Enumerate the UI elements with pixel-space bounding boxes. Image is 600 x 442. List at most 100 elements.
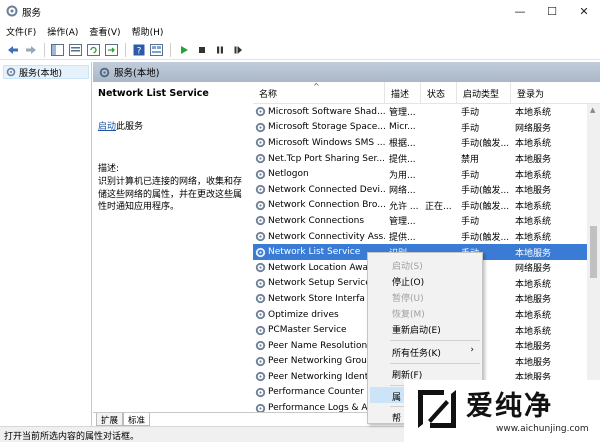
ctx-all-tasks[interactable]: 所有任务(K) xyxy=(392,346,441,359)
tree-item-label: 服务(本地) xyxy=(19,68,63,79)
cell-logon-as: 本地系统 xyxy=(515,233,552,244)
forward-icon[interactable] xyxy=(22,42,39,58)
cell-description: 根据... xyxy=(389,139,416,150)
cell-logon-as: 本地系统 xyxy=(515,279,552,290)
gear-icon xyxy=(99,67,110,77)
vertical-scrollbar[interactable]: ▲ ▼ xyxy=(587,104,600,412)
refresh-icon[interactable] xyxy=(85,42,102,58)
ctx-resume[interactable]: 恢复(M) xyxy=(392,307,425,320)
watermark-text: 爱纯净 xyxy=(466,391,553,422)
cell-description: 提供... xyxy=(389,155,416,166)
service-name: Performance Logs & Al xyxy=(268,403,371,412)
export-icon[interactable] xyxy=(103,42,120,58)
cell-startup-type: 手动 xyxy=(461,123,480,134)
cell-name: Peer Name Resolution xyxy=(253,340,385,351)
ctx-pause[interactable]: 暂停(U) xyxy=(392,291,424,304)
scrollbar-thumb[interactable] xyxy=(590,226,597,278)
service-gear-icon xyxy=(255,341,266,351)
service-name: Network Location Awa xyxy=(268,262,369,273)
service-gear-icon xyxy=(255,153,266,164)
scroll-up-icon[interactable]: ▲ xyxy=(590,106,595,114)
ctx-properties[interactable]: 属 xyxy=(392,390,401,403)
table-row[interactable]: Network Connectivity Ass... 提供... 手动(触发...… xyxy=(253,229,600,245)
table-row[interactable]: Microsoft Software Shad... 管理... 手动 本地系统 xyxy=(253,104,600,120)
service-name: Network Connection Bro... xyxy=(268,200,385,211)
description-text: 识别计算机已连接的网络，收集和存储这些网络的属性，并在更改这些属性时通知应用程序… xyxy=(98,177,243,212)
table-row[interactable]: Network Connected Devi... 网络... 手动(触发... 本地… xyxy=(253,182,600,198)
column-header-name[interactable]: 名称 ^ xyxy=(253,82,385,104)
cell-startup-type: 手动(触发... xyxy=(461,201,510,212)
cell-name: Microsoft Storage Space... xyxy=(253,122,385,133)
cell-description: 管理... xyxy=(389,108,416,119)
tab-standard[interactable]: 标准 xyxy=(123,413,151,426)
help-icon[interactable]: ? xyxy=(130,42,147,58)
cell-description: 管理... xyxy=(389,217,416,228)
service-gear-icon xyxy=(255,309,266,320)
cell-name: Optimize drives xyxy=(253,309,385,320)
play-icon[interactable] xyxy=(175,42,192,58)
cell-logon-as: 本地系统 xyxy=(515,326,552,337)
cell-logon-as: 本地服务 xyxy=(515,357,552,368)
cell-name: Microsoft Software Shad... xyxy=(253,106,385,117)
ctx-restart[interactable]: 重新启动(E) xyxy=(392,323,441,336)
back-icon[interactable] xyxy=(4,42,21,58)
service-gear-icon xyxy=(255,216,266,226)
stop-icon[interactable] xyxy=(193,42,210,58)
service-gear-icon xyxy=(255,185,266,195)
show-tree-icon[interactable] xyxy=(49,42,66,58)
service-name: Microsoft Software Shad... xyxy=(268,106,385,117)
tab-extended[interactable]: 扩展 xyxy=(96,413,124,426)
service-name: Netlogon xyxy=(268,169,309,180)
service-name: Peer Name Resolution xyxy=(268,340,368,351)
cell-name: Network Connectivity Ass... xyxy=(253,231,385,242)
service-gear-icon xyxy=(255,372,266,382)
cell-description: 提供... xyxy=(389,233,416,244)
table-row[interactable]: Network Connections 管理... 手动 本地系统 xyxy=(253,213,600,229)
menu-file[interactable]: 文件(F) xyxy=(6,25,36,38)
ctx-help[interactable]: 帮 xyxy=(392,411,401,424)
service-name: Performance Counter I xyxy=(268,387,370,398)
console-icon[interactable] xyxy=(67,42,84,58)
tree-item-services-local[interactable]: 服务(本地) xyxy=(3,65,89,79)
watermark: 爱纯净 www.aichunjing.com xyxy=(404,380,600,442)
properties-icon[interactable] xyxy=(148,42,165,58)
minimize-button[interactable]: — xyxy=(504,0,536,22)
table-row[interactable]: Microsoft Storage Space... Micr... 手动 网络服务 xyxy=(253,120,600,136)
maximize-button[interactable]: ☐ xyxy=(536,0,568,22)
description-label: 描述: xyxy=(98,164,120,174)
start-service-link[interactable]: 启动 xyxy=(98,122,116,132)
gear-icon xyxy=(6,67,16,77)
cell-description: 允许 ... xyxy=(389,201,419,212)
cell-startup-type: 手动 xyxy=(461,170,480,181)
description-panel: Network List Service 启动此服务 描述: 识别计算机已连接的… xyxy=(93,82,243,412)
column-header-description[interactable]: 描述 xyxy=(385,82,421,104)
service-name: Network Connectivity Ass... xyxy=(268,231,385,242)
column-header-status[interactable]: 状态 xyxy=(421,82,457,104)
table-row[interactable]: Net.Tcp Port Sharing Ser... 提供... 禁用 本地服务 xyxy=(253,151,600,167)
cell-name: Performance Counter I xyxy=(253,387,385,398)
cell-logon-as: 本地系统 xyxy=(515,139,552,150)
column-header-logon-as[interactable]: 登录为 xyxy=(511,82,587,104)
menu-action[interactable]: 操作(A) xyxy=(47,25,78,38)
pause-icon[interactable] xyxy=(211,42,228,58)
service-gear-icon xyxy=(255,169,266,179)
service-name: Peer Networking Ident xyxy=(268,371,369,382)
table-row[interactable]: Network Connection Bro... 允许 ... 正在... 手动(触… xyxy=(253,198,600,214)
close-button[interactable]: ✕ xyxy=(568,0,600,22)
menu-bar: 文件(F) 操作(A) 查看(V) 帮助(H) xyxy=(0,22,600,40)
ctx-start[interactable]: 启动(S) xyxy=(392,259,423,272)
cell-logon-as: 本地系统 xyxy=(515,217,552,228)
table-row[interactable]: Microsoft Windows SMS ... 根据... 手动(触发... 本地… xyxy=(253,135,600,151)
cell-logon-as: 网络服务 xyxy=(515,264,552,275)
menu-help[interactable]: 帮助(H) xyxy=(132,25,164,38)
column-header-startup-type[interactable]: 启动类型 xyxy=(457,82,511,104)
pane-header-title: 服务(本地) xyxy=(114,68,160,79)
menu-view[interactable]: 查看(V) xyxy=(89,25,120,38)
ctx-stop[interactable]: 停止(O) xyxy=(392,275,424,288)
cell-startup-type: 手动(触发... xyxy=(461,233,510,244)
services-pane: 服务(本地) Network List Service 启动此服务 描述: 识别… xyxy=(93,62,600,426)
cell-startup-type: 手动 xyxy=(461,217,480,228)
restart-icon[interactable] xyxy=(229,42,246,58)
table-row[interactable]: Netlogon 为用... 手动 本地系统 xyxy=(253,166,600,182)
service-gear-icon xyxy=(255,325,266,335)
